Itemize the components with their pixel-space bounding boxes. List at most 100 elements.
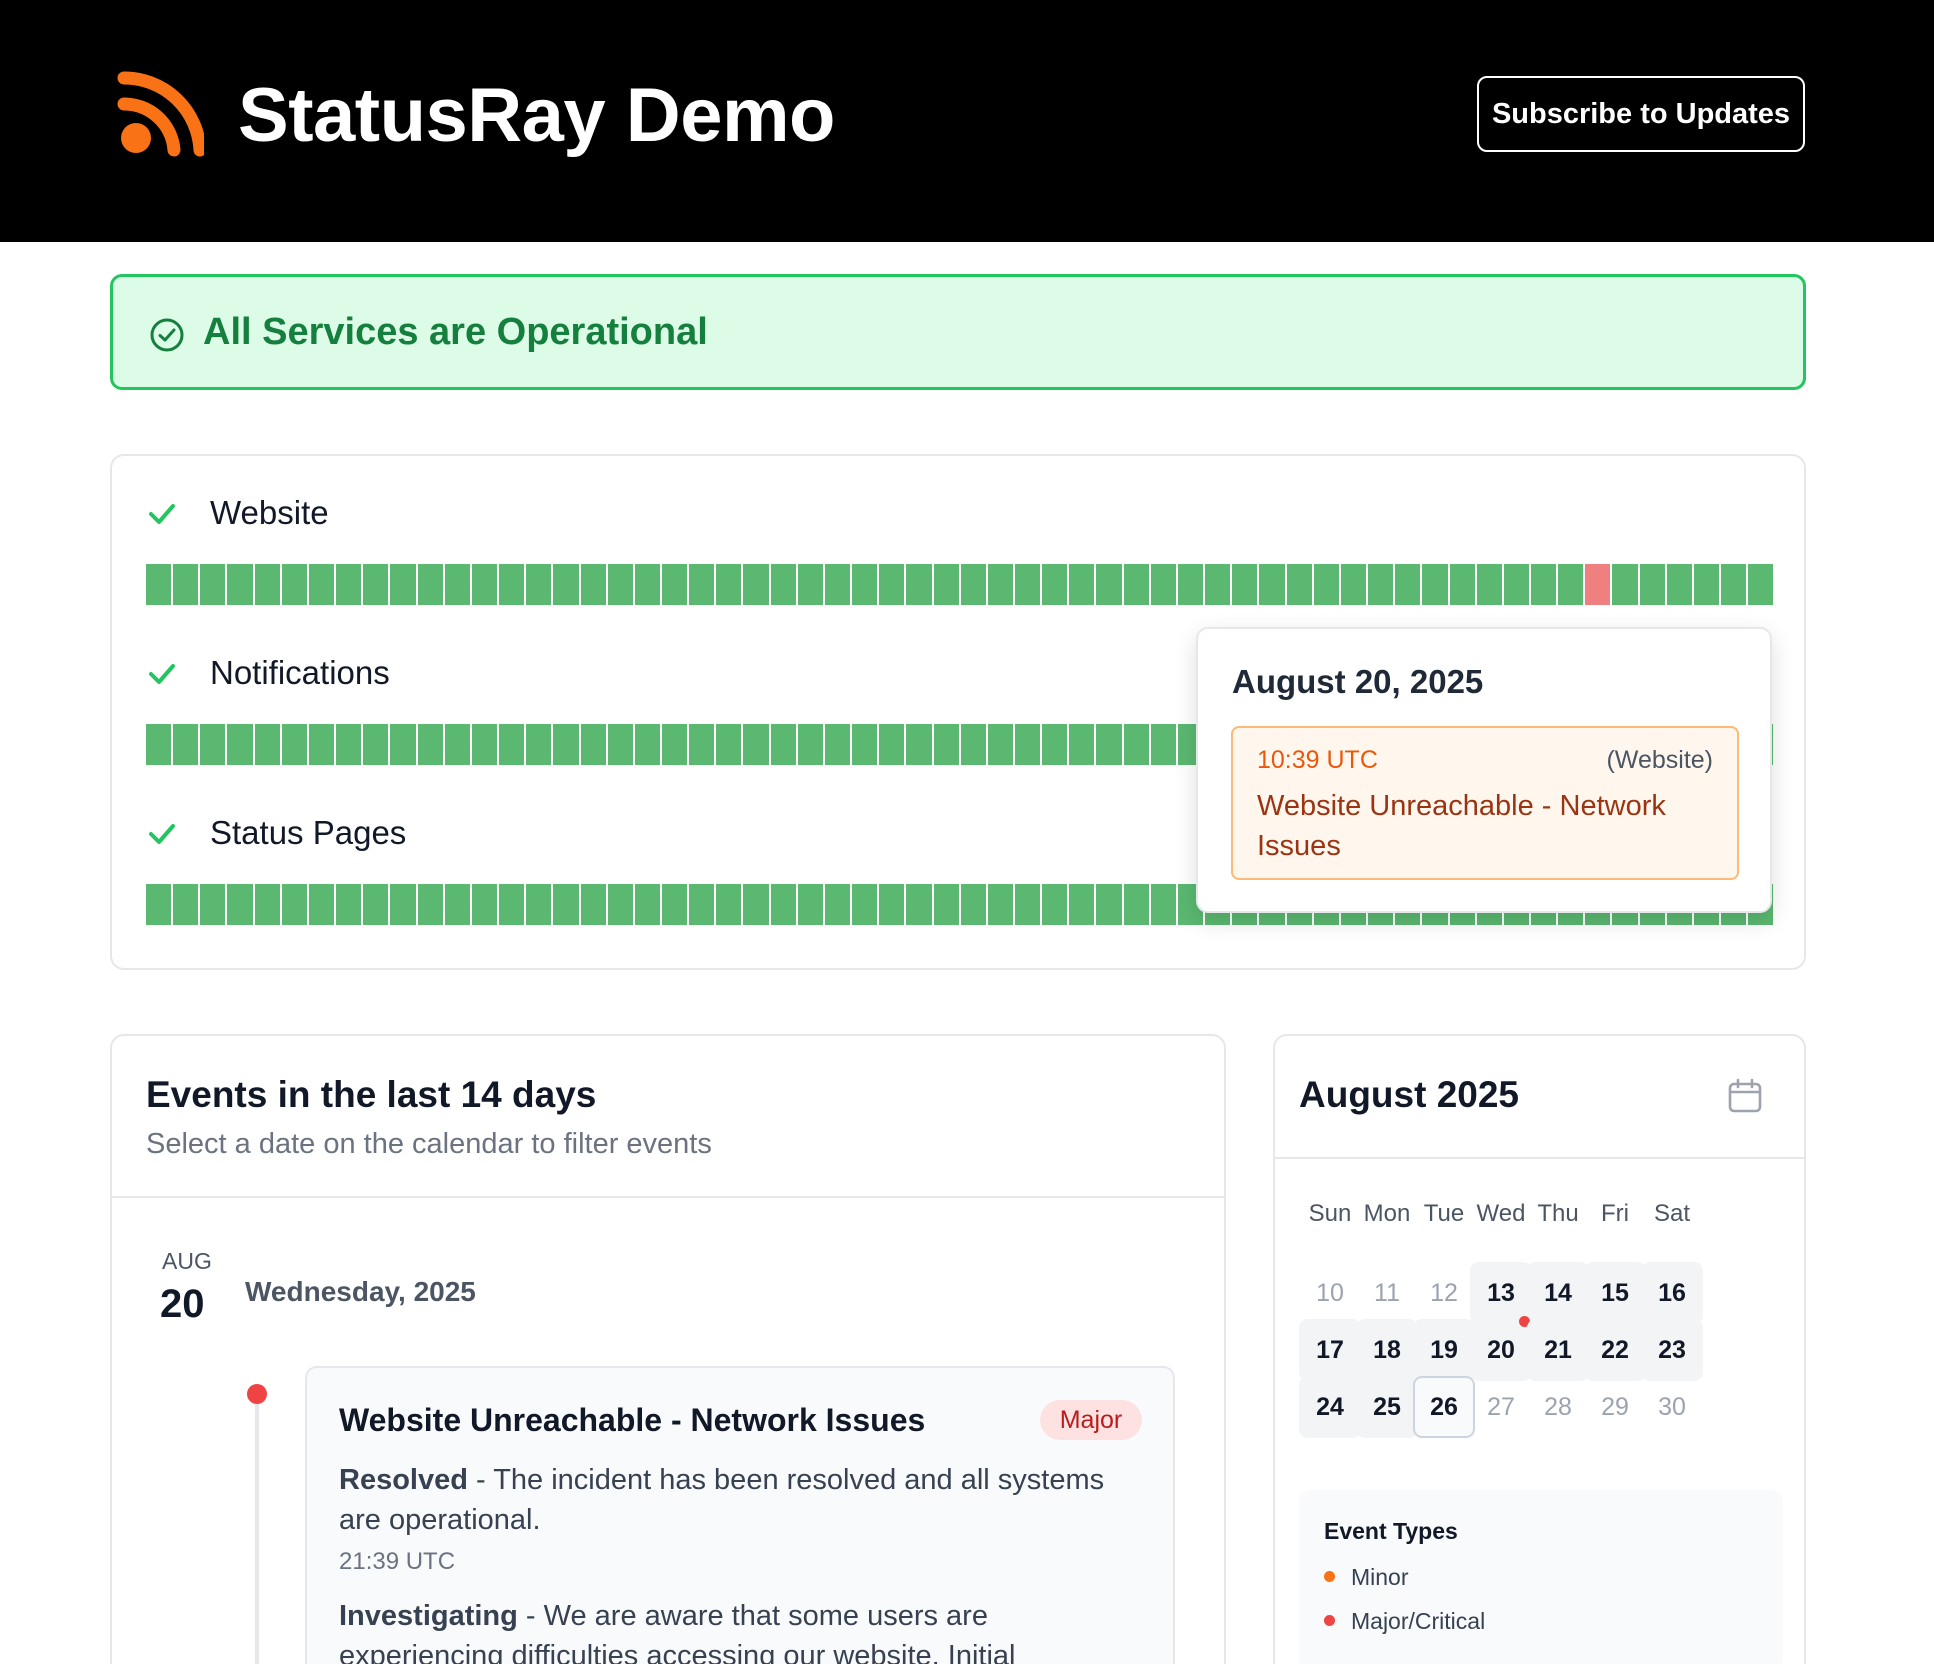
uptime-day[interactable] (200, 564, 226, 605)
uptime-day[interactable] (444, 884, 470, 925)
uptime-day[interactable] (1205, 564, 1231, 605)
uptime-day[interactable] (1748, 564, 1774, 605)
uptime-day[interactable] (336, 564, 362, 605)
uptime-day[interactable] (146, 884, 172, 925)
uptime-day[interactable] (471, 724, 498, 765)
uptime-day[interactable] (553, 724, 579, 765)
uptime-day[interactable] (526, 724, 552, 765)
uptime-day[interactable] (254, 884, 280, 925)
uptime-day[interactable] (1123, 724, 1149, 765)
uptime-day[interactable] (417, 724, 443, 765)
uptime-day[interactable] (933, 884, 959, 925)
tooltip-incident-card[interactable]: 10:39 UTC (Website) Website Unreachable … (1231, 726, 1739, 880)
uptime-day[interactable] (987, 884, 1013, 925)
uptime-day[interactable] (227, 884, 253, 925)
uptime-day[interactable] (770, 884, 796, 925)
uptime-day[interactable] (1503, 564, 1529, 605)
calendar-day[interactable]: 24 (1299, 1376, 1361, 1438)
calendar-day[interactable]: 15 (1584, 1262, 1646, 1324)
uptime-day[interactable] (499, 884, 525, 925)
incident-card[interactable]: Website Unreachable - Network Issues Maj… (305, 1366, 1175, 1664)
uptime-day[interactable] (906, 724, 932, 765)
uptime-day[interactable] (1449, 564, 1475, 605)
uptime-day[interactable] (824, 564, 851, 605)
calendar-day[interactable]: 25 (1356, 1376, 1418, 1438)
uptime-day[interactable] (1096, 884, 1122, 925)
uptime-day[interactable] (281, 884, 307, 925)
uptime-day[interactable] (281, 564, 307, 605)
calendar-day[interactable]: 17 (1299, 1319, 1361, 1381)
uptime-day[interactable] (1313, 564, 1339, 605)
uptime-day[interactable] (1422, 564, 1448, 605)
uptime-day[interactable] (308, 884, 335, 925)
uptime-day[interactable] (1639, 564, 1665, 605)
uptime-day[interactable] (852, 564, 878, 605)
uptime-day[interactable] (1340, 564, 1367, 605)
uptime-day[interactable] (173, 884, 199, 925)
uptime-day[interactable] (1069, 564, 1095, 605)
uptime-day[interactable] (553, 884, 579, 925)
uptime-day[interactable] (499, 564, 525, 605)
uptime-day[interactable] (1123, 884, 1149, 925)
uptime-day[interactable] (987, 724, 1013, 765)
uptime-day[interactable] (390, 724, 416, 765)
uptime-day[interactable] (308, 724, 335, 765)
uptime-day[interactable] (1286, 564, 1312, 605)
uptime-day[interactable] (363, 564, 389, 605)
uptime-day[interactable] (1177, 564, 1204, 605)
uptime-day[interactable] (227, 724, 253, 765)
uptime-day[interactable] (1395, 564, 1421, 605)
uptime-day[interactable] (770, 564, 796, 605)
uptime-day[interactable] (906, 564, 932, 605)
uptime-day[interactable] (553, 564, 579, 605)
uptime-day[interactable] (1666, 564, 1692, 605)
uptime-day[interactable] (852, 724, 878, 765)
calendar-day[interactable]: 22 (1584, 1319, 1646, 1381)
uptime-day[interactable] (1530, 564, 1557, 605)
uptime-day[interactable] (960, 724, 986, 765)
calendar-day[interactable]: 13 (1470, 1262, 1532, 1324)
uptime-day[interactable] (607, 564, 633, 605)
uptime-day[interactable] (634, 564, 660, 605)
uptime-day[interactable] (281, 724, 307, 765)
uptime-day[interactable] (1476, 564, 1502, 605)
uptime-day[interactable] (444, 564, 470, 605)
uptime-day[interactable] (689, 564, 715, 605)
uptime-day[interactable] (743, 884, 769, 925)
calendar-day[interactable]: 26 (1413, 1376, 1475, 1438)
uptime-day[interactable] (254, 724, 280, 765)
calendar-day[interactable]: 19 (1413, 1319, 1475, 1381)
uptime-day[interactable] (634, 724, 660, 765)
uptime-day[interactable] (173, 724, 199, 765)
uptime-day[interactable] (1232, 564, 1258, 605)
uptime-day[interactable] (526, 564, 552, 605)
uptime-day[interactable] (471, 884, 498, 925)
uptime-day[interactable] (363, 724, 389, 765)
uptime-day[interactable] (1150, 724, 1176, 765)
uptime-day[interactable] (1015, 884, 1041, 925)
uptime-day[interactable] (879, 564, 905, 605)
calendar-day[interactable]: 21 (1527, 1319, 1589, 1381)
uptime-day[interactable] (1069, 724, 1095, 765)
uptime-day[interactable] (363, 884, 389, 925)
uptime-day[interactable] (797, 564, 823, 605)
uptime-day[interactable] (390, 564, 416, 605)
uptime-day[interactable] (1015, 564, 1041, 605)
uptime-day[interactable] (1612, 564, 1638, 605)
uptime-day[interactable] (634, 884, 660, 925)
uptime-day[interactable] (1150, 564, 1176, 605)
uptime-day[interactable] (1368, 564, 1394, 605)
uptime-day[interactable] (797, 884, 823, 925)
calendar-icon[interactable] (1727, 1078, 1763, 1114)
uptime-day[interactable] (1259, 564, 1285, 605)
uptime-day[interactable] (1693, 564, 1720, 605)
uptime-day-major[interactable] (1585, 564, 1611, 605)
uptime-day[interactable] (200, 724, 226, 765)
uptime-day[interactable] (390, 884, 416, 925)
uptime-day[interactable] (1042, 724, 1068, 765)
uptime-day[interactable] (960, 564, 986, 605)
uptime-day[interactable] (173, 564, 199, 605)
uptime-day[interactable] (906, 884, 932, 925)
uptime-day[interactable] (661, 724, 688, 765)
uptime-day[interactable] (743, 564, 769, 605)
